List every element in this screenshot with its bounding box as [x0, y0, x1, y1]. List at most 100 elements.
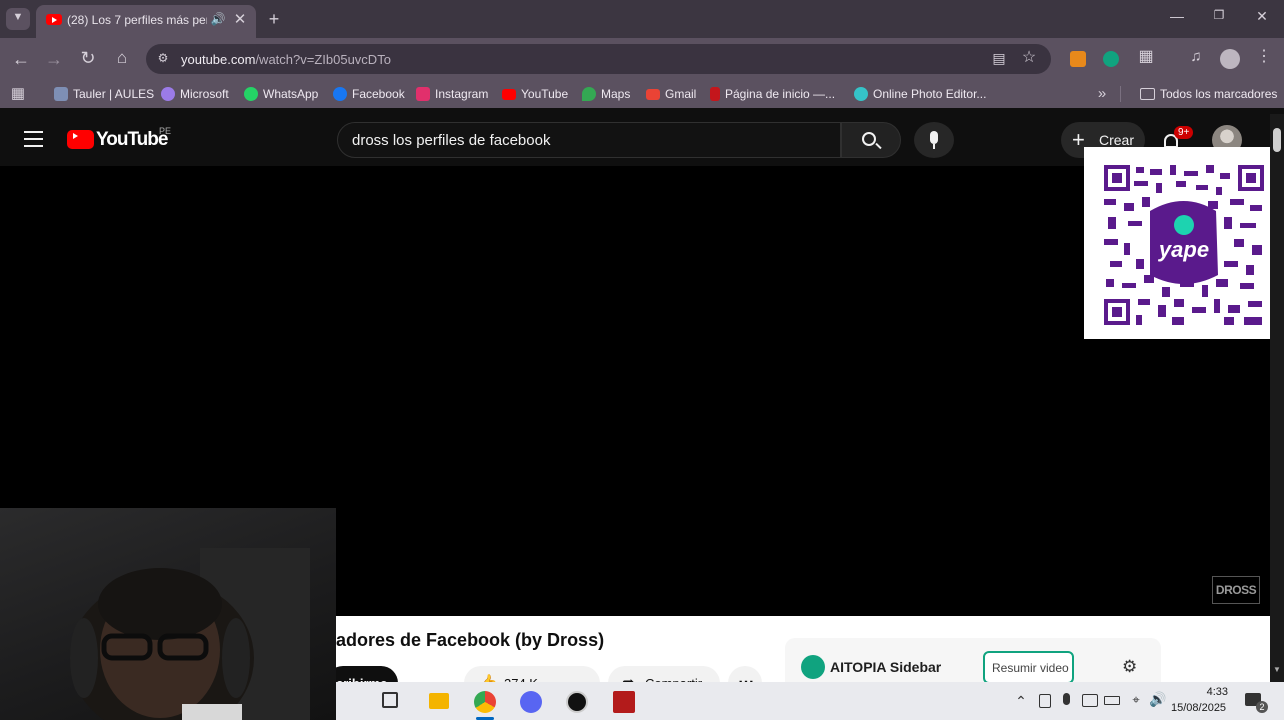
- active-tab[interactable]: (28) Los 7 perfiles más pertu 🔊 ✕: [36, 5, 256, 38]
- voice-search-button[interactable]: [914, 122, 954, 158]
- home-button[interactable]: ⌂: [112, 49, 132, 66]
- bookmark-pagina-inicio[interactable]: Página de inicio —...: [710, 86, 835, 102]
- search-icon-handle: [875, 142, 882, 150]
- tab-close-icon[interactable]: ✕: [232, 12, 248, 27]
- youtube-icon: [502, 88, 516, 100]
- windows-taskbar: ⌃ ⌖ 🔊 4:33 15/08/2025 2: [336, 682, 1284, 720]
- whatsapp-icon: [244, 87, 258, 101]
- file-explorer-icon[interactable]: [429, 693, 449, 709]
- channel-watermark[interactable]: DROSS: [1212, 576, 1260, 604]
- bookmark-facebook[interactable]: Facebook: [333, 86, 405, 102]
- youtube-play-logo-icon: [67, 130, 94, 149]
- microphone-stand: [933, 144, 935, 149]
- microphone-icon: [930, 131, 938, 144]
- country-code: PE: [159, 126, 172, 136]
- summarize-video-button[interactable]: Resumir video: [983, 651, 1074, 684]
- bookmark-whatsapp[interactable]: WhatsApp: [244, 86, 318, 102]
- bookmark-divider: [1120, 86, 1121, 102]
- app-red-taskbar-icon[interactable]: [613, 691, 635, 713]
- bookmark-page-icon: [710, 87, 720, 101]
- obs-taskbar-icon[interactable]: [566, 691, 588, 713]
- chatgpt-extension-icon[interactable]: [1103, 51, 1119, 67]
- task-view-icon[interactable]: [382, 692, 398, 708]
- chrome-taskbar-icon[interactable]: [474, 691, 496, 713]
- back-button[interactable]: ←: [11, 50, 31, 68]
- tray-microphone-icon[interactable]: [1063, 693, 1070, 705]
- folder-icon: [1140, 88, 1155, 100]
- qr-code-image: yape: [1104, 165, 1264, 325]
- person-image: [70, 548, 310, 720]
- clock-time[interactable]: 4:33: [1188, 686, 1228, 698]
- bookmark-youtube[interactable]: YouTube: [502, 86, 568, 102]
- settings-gear-icon[interactable]: ⚙: [1122, 657, 1137, 677]
- tray-app-icon-1[interactable]: [1039, 694, 1051, 708]
- tab-search-button[interactable]: ▼: [6, 8, 30, 30]
- all-bookmarks-folder[interactable]: Todos los marcadores: [1140, 86, 1277, 102]
- search-icon: [862, 132, 876, 146]
- search-field[interactable]: dross los perfiles de facebook: [337, 122, 841, 158]
- media-controls-icon[interactable]: ♫: [1186, 49, 1206, 64]
- instagram-icon: [416, 87, 430, 101]
- facebook-icon: [333, 87, 347, 101]
- minimize-button[interactable]: —: [1168, 9, 1186, 23]
- clock-date[interactable]: 15/08/2025: [1171, 702, 1226, 714]
- notification-count: 2: [1256, 701, 1268, 713]
- bookmark-gmail[interactable]: Gmail: [646, 86, 696, 102]
- bookmark-aules[interactable]: Tauler | AULES: [54, 86, 154, 102]
- aitopia-logo-icon: [801, 655, 825, 679]
- youtube-logo[interactable]: YouTube PE: [67, 126, 177, 153]
- search-input[interactable]: dross los perfiles de facebook: [352, 132, 550, 149]
- create-label: Crear: [1099, 132, 1135, 148]
- cast-icon[interactable]: ▤: [990, 51, 1008, 65]
- tray-battery-icon[interactable]: [1104, 696, 1120, 705]
- url-text[interactable]: youtube.com/watch?v=ZIb05uvcDTo: [181, 52, 391, 67]
- restore-button[interactable]: ❐: [1210, 9, 1228, 21]
- browser-toolbar: ← → ↻ ⌂ ⚙ youtube.com/watch?v=ZIb05uvcDT…: [0, 38, 1284, 80]
- yape-brand-text: yape: [1158, 237, 1209, 262]
- bookmark-star-icon[interactable]: ☆: [1020, 50, 1038, 66]
- wifi-icon[interactable]: ⌖: [1128, 693, 1144, 706]
- tray-display-icon[interactable]: [1082, 694, 1098, 707]
- microsoft-icon: [161, 87, 175, 101]
- bookmark-photo-editor[interactable]: Online Photo Editor...: [854, 86, 986, 102]
- bookmark-maps[interactable]: Maps: [582, 86, 630, 102]
- tab-title: (28) Los 7 perfiles más pertu: [67, 13, 207, 27]
- chrome-menu-icon[interactable]: ⋮: [1256, 49, 1272, 65]
- hamburger-menu-icon[interactable]: [24, 131, 43, 147]
- apps-grid-icon[interactable]: ▦: [10, 86, 26, 101]
- address-bar[interactable]: ⚙ youtube.com/watch?v=ZIb05uvcDTo ▤ ☆: [146, 44, 1051, 74]
- scrollbar-thumb[interactable]: [1273, 128, 1281, 152]
- bookmark-instagram[interactable]: Instagram: [416, 86, 488, 102]
- summarize-label: Resumir video: [992, 661, 1069, 675]
- page-scrollbar[interactable]: ▼: [1270, 114, 1284, 682]
- bookmark-microsoft[interactable]: Microsoft: [161, 86, 229, 102]
- video-title: adores de Facebook (by Dross): [336, 630, 605, 650]
- extensions-puzzle-icon[interactable]: ▦: [1136, 49, 1156, 65]
- close-window-button[interactable]: ✕: [1253, 9, 1271, 23]
- bookmarks-bar: ▦ Tauler | AULES Microsoft WhatsApp Face…: [0, 80, 1284, 108]
- more-bookmarks-icon[interactable]: »: [1094, 86, 1110, 101]
- speaker-icon[interactable]: 🔊: [210, 13, 226, 25]
- forward-button[interactable]: →: [44, 50, 64, 68]
- profile-avatar[interactable]: [1220, 49, 1240, 69]
- aules-icon: [54, 87, 68, 101]
- youtube-favicon-icon: [46, 14, 62, 25]
- discord-taskbar-icon[interactable]: [520, 691, 542, 713]
- volume-icon[interactable]: 🔊: [1149, 692, 1166, 706]
- plus-icon: +: [1072, 127, 1085, 152]
- photo-editor-icon: [854, 87, 868, 101]
- reload-button[interactable]: ↻: [78, 49, 98, 67]
- search-button[interactable]: [841, 122, 901, 158]
- gmail-icon: [646, 88, 660, 100]
- site-info-icon[interactable]: ⚙: [155, 52, 171, 64]
- youtube-logo-text: YouTube: [96, 129, 168, 150]
- browser-tab-strip: ▼ (28) Los 7 perfiles más pertu 🔊 ✕ + — …: [0, 0, 1284, 38]
- aitopia-title: AITOPIA Sidebar: [830, 659, 942, 675]
- webcam-overlay: [0, 508, 336, 720]
- tray-overflow-icon[interactable]: ⌃: [1014, 694, 1028, 708]
- extension-orange-icon[interactable]: [1070, 51, 1086, 67]
- notification-badge: 9+: [1174, 126, 1194, 139]
- yape-qr-overlay: yape: [1084, 147, 1270, 339]
- scroll-down-arrow-icon[interactable]: ▼: [1272, 666, 1282, 674]
- new-tab-button[interactable]: +: [264, 10, 284, 28]
